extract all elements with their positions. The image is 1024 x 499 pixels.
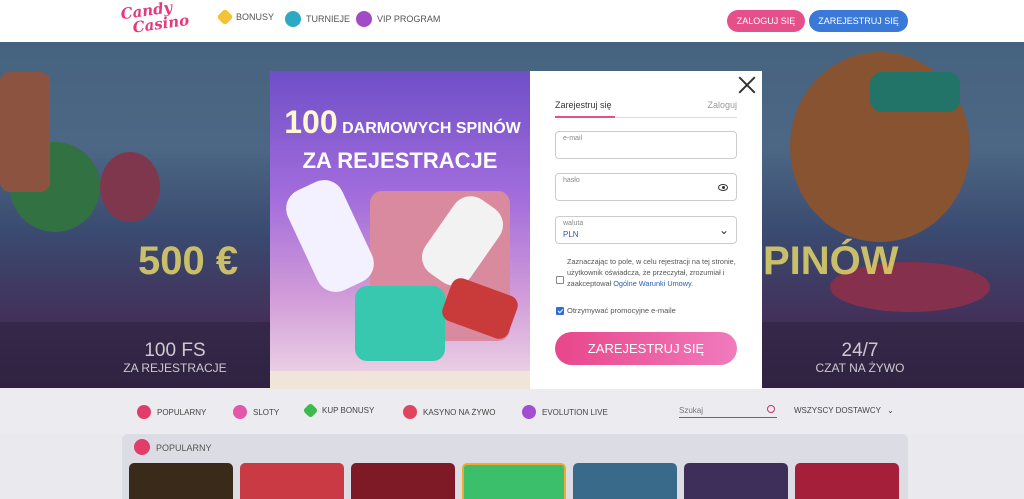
logo-line-2: Casino: [131, 10, 191, 37]
email-label: e-mail: [563, 135, 583, 142]
promo-footer-strip: [270, 371, 530, 389]
stat-live-chat-caption: CZAT NA ŻYWO: [815, 361, 905, 375]
providers-label: WSZYSCY DOSTAWCY: [794, 406, 881, 415]
promo-line-1: DARMOWYCH SPINÓW: [342, 120, 521, 137]
category-label: POPULARNY: [157, 407, 207, 417]
rocket-icon: [279, 173, 381, 299]
tab-active-indicator: [555, 116, 615, 118]
gift-box-icon: [355, 286, 445, 361]
currency-select[interactable]: waluta PLN ⌄: [555, 216, 737, 244]
category-label: KASYNO NA ŻYWO: [423, 407, 496, 417]
registration-modal: 100 DARMOWYCH SPINÓW ZA REJESTRACJE Zare…: [270, 71, 762, 389]
hero-spins-text: PINÓW: [763, 239, 899, 283]
stat-free-spins-caption: ZA REJESTRACJE: [123, 361, 227, 375]
hero-bonus-amount: 500 €: [138, 239, 239, 283]
tab-login[interactable]: Zaloguj: [707, 100, 737, 110]
tab-register[interactable]: Zarejestruj się: [555, 100, 612, 110]
nav-label: VIP PROGRAM: [377, 14, 441, 24]
category-label: KUP BONUSY: [322, 406, 375, 415]
candy-casino-logo[interactable]: Candy Casino: [120, 0, 191, 43]
nav-turnieje[interactable]: TURNIEJE: [285, 11, 350, 27]
popular-section: POPULARNY: [122, 434, 908, 499]
nav-label: TURNIEJE: [306, 14, 351, 24]
eye-icon[interactable]: [718, 184, 728, 191]
terms-consent-text: Zaznaczając to pole, w celu rejestracji …: [567, 256, 739, 289]
search-input[interactable]: Szukaj: [679, 402, 777, 418]
lollipop-icon: [233, 405, 247, 419]
password-field[interactable]: hasło: [555, 173, 737, 201]
terms-link[interactable]: Ogólne Warunki Umowy.: [613, 279, 693, 288]
chevron-down-icon: ⌄: [718, 223, 729, 237]
heart-candy-icon: [403, 405, 417, 419]
registration-form: Zarejestruj się Zaloguj e-mail hasło wal…: [555, 71, 737, 389]
password-label: hasło: [563, 177, 580, 184]
game-tile[interactable]: [240, 463, 344, 499]
category-label: SLOTY: [253, 407, 280, 417]
nav-bonusy[interactable]: BONUSY: [216, 8, 275, 26]
game-tile[interactable]: [129, 463, 233, 499]
currency-label: waluta: [563, 220, 584, 227]
promo-banner: 100 DARMOWYCH SPINÓW ZA REJESTRACJE: [270, 71, 530, 389]
category-kasyno-na-zywo[interactable]: KASYNO NA ŻYWO: [403, 405, 495, 419]
providers-dropdown[interactable]: WSZYSCY DOSTAWCY ⌄: [794, 406, 894, 415]
close-icon[interactable]: [736, 74, 758, 96]
category-kup-bonusy[interactable]: KUP BONUSY: [302, 402, 375, 419]
category-bar: POPULARNY SLOTY KUP BONUSY KASYNO NA ŻYW…: [0, 388, 1024, 434]
game-tile[interactable]: [684, 463, 788, 499]
category-label: EVOLUTION LIVE: [542, 407, 608, 417]
nav-vip-program[interactable]: VIP PROGRAM: [356, 11, 440, 27]
category-evolution-live[interactable]: EVOLUTION LIVE: [522, 405, 608, 419]
candy-cane-icon: [522, 405, 536, 419]
gem-icon: [302, 402, 319, 419]
game-tile[interactable]: [351, 463, 455, 499]
nav-label: BONUSY: [236, 12, 275, 22]
promo-headline: 100 DARMOWYCH SPINÓW: [280, 104, 525, 141]
category-popularny[interactable]: POPULARNY: [137, 405, 206, 419]
chevron-down-icon: ⌄: [887, 406, 894, 415]
promo-line-2: ZA REJESTRACJE: [302, 148, 498, 173]
promo-email-label: Otrzymywać promocyjne e-maile: [567, 306, 676, 315]
submit-register-button[interactable]: ZAREJESTRUJ SIĘ: [555, 332, 737, 365]
game-tile[interactable]: [462, 463, 566, 499]
promo-number: 100: [284, 104, 338, 140]
popular-title: POPULARNY: [156, 443, 212, 453]
vip-icon: [356, 11, 372, 27]
star-icon: [216, 8, 234, 26]
search-icon[interactable]: [767, 405, 775, 413]
top-header: Candy Casino BONUSY TURNIEJE VIP PROGRAM…: [0, 0, 1024, 42]
candy-icon: [134, 439, 150, 455]
login-button[interactable]: ZALOGUJ SIĘ: [727, 10, 805, 32]
stat-free-spins: 100 FS: [144, 340, 206, 361]
game-tile[interactable]: [795, 463, 899, 499]
candy-icon: [137, 405, 151, 419]
currency-value: PLN: [563, 230, 579, 239]
email-field[interactable]: e-mail: [555, 131, 737, 159]
game-tile[interactable]: [573, 463, 677, 499]
globe-icon: [285, 11, 301, 27]
category-sloty[interactable]: SLOTY: [233, 405, 279, 419]
search-placeholder: Szukaj: [679, 406, 704, 415]
terms-checkbox[interactable]: [556, 276, 564, 284]
register-button[interactable]: ZAREJESTRUJ SIĘ: [809, 10, 908, 32]
promo-email-checkbox[interactable]: [556, 307, 564, 315]
stat-live-chat: 24/7: [841, 340, 879, 361]
